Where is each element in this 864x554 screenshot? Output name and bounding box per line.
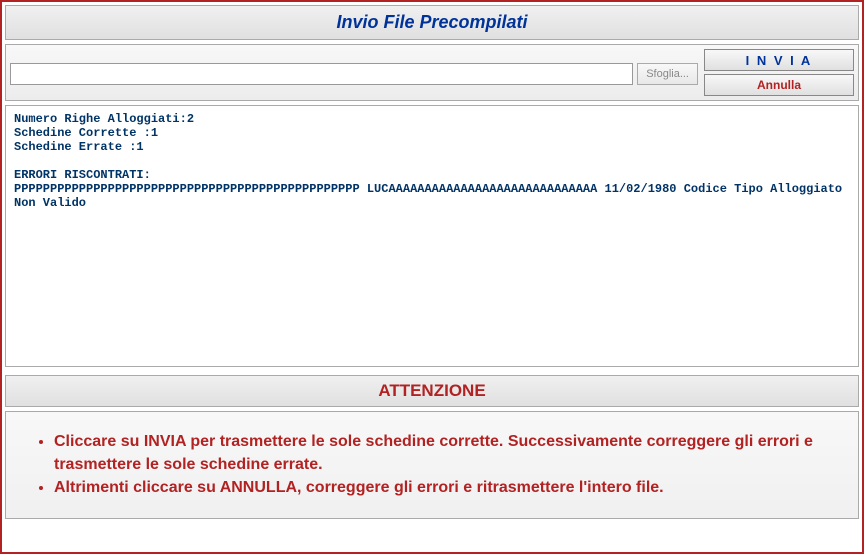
invia-button[interactable]: I N V I A [704,49,854,71]
attention-heading: ATTENZIONE [5,375,859,407]
browse-button[interactable]: Sfoglia... [637,63,698,85]
page-title: Invio File Precompilati [5,5,859,40]
annulla-button[interactable]: Annulla [704,74,854,96]
file-chooser: Sfoglia... [10,49,698,85]
file-path-input[interactable] [10,63,633,85]
action-buttons: I N V I A Annulla [704,49,854,96]
upload-panel: Sfoglia... I N V I A Annulla [5,44,859,101]
main-frame: Invio File Precompilati Sfoglia... I N V… [0,0,864,554]
attention-list: Cliccare su INVIA per trasmettere le sol… [30,430,834,500]
attention-panel: Cliccare su INVIA per trasmettere le sol… [5,411,859,519]
attention-item: Altrimenti cliccare su ANNULLA, corregge… [54,476,834,499]
log-output[interactable]: Numero Righe Alloggiati:2 Schedine Corre… [5,105,859,367]
attention-item: Cliccare su INVIA per trasmettere le sol… [54,430,834,476]
